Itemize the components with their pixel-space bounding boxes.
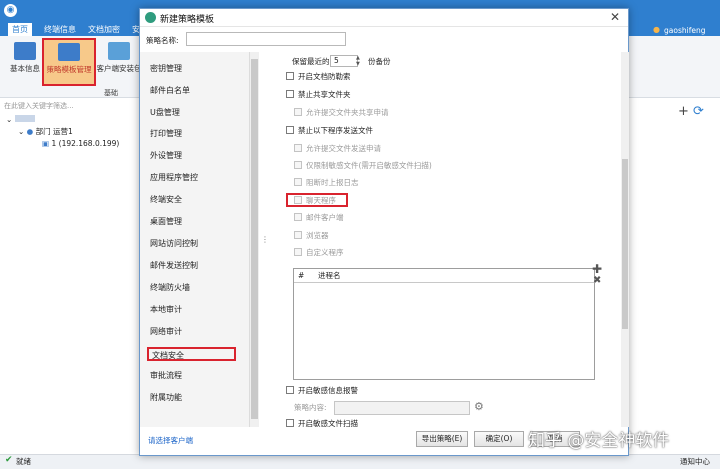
forbid-send-checkbox[interactable]: 禁止以下程序发送文件	[286, 125, 373, 136]
user-icon: ●	[653, 25, 660, 34]
disable-share-checkbox[interactable]: 禁止共享文件夹	[286, 89, 351, 100]
process-table-header: # 进程名	[294, 269, 594, 283]
tab-terminal-info[interactable]: 终端信息	[40, 23, 80, 36]
nav-scroll-thumb[interactable]	[251, 59, 258, 419]
backup-row: 保留最近的	[292, 56, 330, 67]
nav-item-15[interactable]: 附属功能	[150, 391, 182, 405]
nav-item-10[interactable]: 终端防火墙	[150, 281, 190, 295]
strategy-content-input[interactable]	[334, 401, 470, 415]
backup-prefix: 保留最近的	[292, 57, 330, 66]
notification-center[interactable]: 通知中心	[680, 456, 710, 467]
nav-item-7[interactable]: 桌面管理	[150, 215, 182, 229]
policy-name-label: 策略名称:	[146, 36, 179, 45]
nav-item-6[interactable]: 终端安全	[150, 193, 182, 207]
watermark-text: 知乎 @安全神软件	[528, 431, 670, 451]
policy-template-label: 策略模板管理	[46, 65, 92, 74]
custom-program-checkbox[interactable]: 自定义程序	[294, 247, 344, 258]
nav-item-4[interactable]: 外设管理	[150, 149, 182, 163]
client-package-label: 客户端安装包	[96, 64, 142, 73]
tree-device[interactable]: ▣ 1 (192.168.0.199)	[42, 138, 119, 150]
add-icon[interactable]: +	[678, 104, 689, 119]
nav-item-2[interactable]: U盘管理	[150, 106, 180, 120]
computer-icon: ▣	[42, 139, 50, 148]
col-hash: #	[298, 271, 305, 280]
user-name[interactable]: gaoshifeng	[664, 26, 705, 35]
strategy-content-label: 策略内容:	[294, 403, 327, 412]
policy-name-input[interactable]	[186, 32, 346, 46]
tab-doc-encryption[interactable]: 文档加密	[84, 23, 124, 36]
mail-client-checkbox[interactable]: 邮件客户端	[294, 212, 344, 223]
template-icon	[58, 43, 80, 61]
only-sensitive-checkbox[interactable]: 仅限制敏感文件(需开启敏感文件扫描)	[294, 160, 432, 171]
sensitive-scan-checkbox[interactable]: 开启敏感文件扫描	[286, 418, 358, 429]
chat-program-checkbox[interactable]: 聊天程序	[294, 195, 336, 206]
export-policy-button[interactable]: 导出策略(E)	[416, 431, 468, 447]
col-process-name: 进程名	[318, 271, 341, 280]
nav-item-14[interactable]: 审批流程	[150, 369, 182, 383]
nav-item-13[interactable]: 文档安全	[147, 347, 236, 361]
tab-home[interactable]: 首页	[8, 23, 32, 36]
status-bar	[0, 454, 720, 469]
right-toolbar: + ⟳	[678, 104, 704, 119]
ok-button[interactable]: 确定(O)	[474, 431, 524, 447]
block-report-checkbox[interactable]: 阻断时上报日志	[294, 177, 359, 188]
nav-item-11[interactable]: 本地审计	[150, 303, 182, 317]
tree-root[interactable]: ⌄	[6, 114, 35, 126]
client-package-button[interactable]: 客户端安装包	[96, 40, 142, 86]
anti-ransom-checkbox[interactable]: 开启文档防勒索	[286, 71, 351, 82]
content-scroll-thumb[interactable]	[622, 159, 628, 329]
gear-icon[interactable]: ⚙	[474, 400, 484, 413]
nav-item-12[interactable]: 网络审计	[150, 325, 182, 339]
nav-item-8[interactable]: 网站访问控制	[150, 237, 198, 251]
dialog-logo-icon	[145, 12, 156, 23]
nav-item-1[interactable]: 邮件白名单	[150, 84, 190, 98]
backup-count-stepper[interactable]: 5	[330, 55, 358, 67]
allow-send-apply-checkbox[interactable]: 允许提交文件发送申请	[294, 143, 381, 154]
nav-item-3[interactable]: 打印管理	[150, 127, 182, 141]
browser-checkbox[interactable]: 浏览器	[294, 230, 329, 241]
nav-item-5[interactable]: 应用程序管控	[150, 171, 198, 185]
add-process-icon[interactable]: ✚	[592, 262, 602, 276]
tree-dept[interactable]: ⌄ ● 部门 运营1	[18, 126, 73, 138]
check-icon: ✔	[5, 455, 13, 465]
select-client-link[interactable]: 请选择客户端	[148, 435, 193, 446]
allow-share-apply-checkbox[interactable]: 允许提交文件夹共享申请	[294, 107, 389, 118]
package-icon	[108, 42, 130, 60]
remove-process-icon[interactable]: ✖	[593, 275, 601, 286]
status-text: 就绪	[16, 457, 31, 466]
app-logo-icon: ◉	[4, 4, 17, 17]
tree-search-input[interactable]: 在此键入关键字筛选...	[4, 100, 136, 112]
process-table[interactable]: # 进程名	[293, 268, 595, 380]
group-icon: ●	[26, 127, 34, 136]
nav-item-0[interactable]: 密钥管理	[150, 62, 182, 76]
new-policy-template-dialog: 新建策略模板 ✕ 策略名称: ⋮ 保留最近的 5 ▲ ▼ 份备份 开启文档防勒索 …	[139, 8, 629, 456]
spin-arrows-icon[interactable]: ▲ ▼	[356, 55, 363, 67]
dialog-title: 新建策略模板	[160, 15, 215, 25]
device-tree	[0, 112, 140, 452]
sensitive-report-checkbox[interactable]: 开启敏感信息报警	[286, 385, 358, 396]
nav-item-9[interactable]: 邮件发送控制	[150, 259, 198, 273]
splitter-handle[interactable]: ⋮	[261, 235, 269, 244]
close-icon[interactable]: ✕	[610, 10, 620, 24]
policy-template-button[interactable]: 策略模板管理	[42, 38, 96, 86]
monitor-icon	[14, 42, 36, 60]
backup-suffix: 份备份	[368, 57, 391, 66]
ribbon-group-label: 基础	[104, 89, 118, 97]
refresh-icon[interactable]: ⟳	[693, 104, 704, 119]
basic-info-label: 基本信息	[10, 64, 40, 73]
